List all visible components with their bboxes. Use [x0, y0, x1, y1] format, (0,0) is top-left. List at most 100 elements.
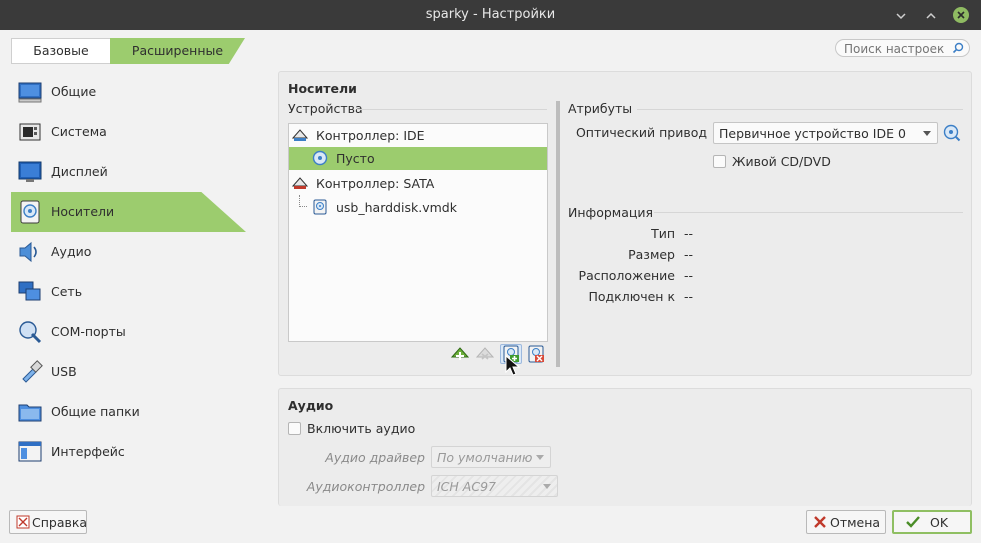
attributes-label: Атрибуты — [568, 101, 633, 116]
search-input[interactable] — [844, 41, 952, 56]
pane-splitter[interactable] — [556, 101, 560, 367]
cancel-icon — [814, 516, 826, 528]
ok-check-icon — [906, 516, 920, 528]
tree-row-disk[interactable]: usb_harddisk.vmdk — [289, 196, 547, 219]
info-key-attached-to: Подключен к — [588, 289, 675, 304]
sidebar-item-display[interactable]: Дисплей — [11, 152, 246, 192]
sidebar-item-label: Система — [51, 124, 107, 139]
audio-driver-select[interactable]: По умолчанию — [431, 446, 551, 468]
sidebar-item-label: Общие папки — [51, 404, 140, 419]
sata-controller-icon — [292, 177, 308, 189]
tree-row-label: Пусто — [336, 151, 375, 166]
tree-row-label: Контроллер: IDE — [316, 128, 425, 143]
sidebar-item-shared-folders[interactable]: Общие папки — [11, 392, 246, 432]
info-key-location: Расположение — [578, 268, 675, 283]
shared-folders-icon — [18, 404, 42, 422]
system-icon — [19, 123, 41, 141]
info-value-location: -- — [684, 268, 694, 283]
audio-panel: Аудио Включить аудио Аудио драйвер По ум… — [278, 388, 972, 506]
audio-driver-value: По умолчанию — [437, 450, 533, 465]
mode-tabs: Базовые Расширенные — [11, 38, 246, 64]
add-controller-button[interactable] — [449, 344, 471, 364]
optical-drive-select[interactable]: Первичное устройство IDE 0 — [713, 122, 938, 144]
cancel-button[interactable]: Отмена — [806, 510, 886, 534]
audio-driver-label: Аудио драйвер — [325, 450, 425, 465]
remove-controller-button[interactable] — [474, 344, 496, 364]
search-icon — [952, 42, 964, 54]
display-icon — [18, 161, 42, 182]
tab-basic[interactable]: Базовые — [11, 38, 111, 64]
tree-row-label: Контроллер: SATA — [316, 176, 435, 191]
chevron-down-icon — [536, 455, 544, 460]
general-icon — [18, 82, 42, 103]
tree-row-ide-controller[interactable]: Контроллер: IDE — [289, 124, 547, 147]
window-title: sparky - Настройки — [425, 7, 556, 22]
sidebar-item-label: Аудио — [51, 244, 92, 259]
remove-attachment-button[interactable] — [525, 344, 547, 364]
sidebar-item-label: Носители — [51, 204, 115, 219]
sidebar-item-label: Общие — [51, 84, 97, 99]
storage-tree[interactable]: Контроллер: IDE Пусто Контроллер: SATA u… — [288, 123, 548, 342]
audio-controller-label: Аудиоконтроллер — [306, 479, 425, 494]
window-titlebar: sparky - Настройки — [0, 0, 981, 30]
settings-search[interactable] — [835, 39, 970, 57]
user-interface-icon — [18, 441, 42, 462]
chevron-down-icon — [543, 484, 551, 489]
info-divider — [654, 212, 963, 213]
info-key-type: Тип — [651, 226, 675, 241]
info-value-attached-to: -- — [684, 289, 694, 304]
audio-title: Аудио — [288, 398, 334, 413]
live-cd-checkbox[interactable] — [713, 155, 726, 168]
sidebar-item-storage[interactable]: Носители — [11, 192, 246, 232]
add-controller-icon — [450, 347, 470, 360]
sidebar-item-label: COM-порты — [51, 324, 126, 339]
ok-button[interactable]: OK — [892, 510, 972, 534]
sidebar-item-network[interactable]: Сеть — [11, 272, 246, 312]
choose-disk-icon[interactable] — [943, 124, 961, 142]
ok-label: OK — [930, 515, 949, 530]
enable-audio-checkbox[interactable] — [288, 422, 301, 435]
sidebar-item-serial-ports[interactable]: COM-порты — [11, 312, 246, 352]
remove-attachment-icon — [528, 345, 544, 363]
storage-icon — [20, 200, 40, 224]
optical-disc-icon — [312, 150, 328, 166]
attributes-divider — [637, 109, 963, 110]
remove-controller-icon — [475, 347, 495, 360]
help-icon — [16, 515, 30, 529]
sidebar-item-label: USB — [51, 364, 77, 379]
cancel-label: Отмена — [830, 515, 881, 530]
optical-drive-label: Оптический привод — [575, 125, 707, 140]
serial-ports-icon — [19, 321, 42, 344]
optical-drive-value: Первичное устройство IDE 0 — [719, 126, 906, 141]
help-button[interactable]: Справка — [9, 510, 87, 534]
help-label: Справка — [32, 515, 88, 530]
hard-disk-icon — [313, 199, 327, 215]
storage-title: Носители — [288, 81, 357, 96]
enable-audio-label: Включить аудио — [307, 421, 416, 436]
maximize-icon[interactable] — [924, 9, 938, 23]
sidebar-item-system[interactable]: Система — [11, 112, 246, 152]
devices-divider — [357, 109, 547, 110]
sidebar-item-usb[interactable]: USB — [11, 352, 246, 392]
tab-advanced[interactable]: Расширенные — [110, 38, 245, 64]
close-icon[interactable] — [953, 7, 969, 23]
info-value-type: -- — [684, 226, 694, 241]
minimize-icon[interactable] — [894, 9, 908, 23]
sidebar-item-user-interface[interactable]: Интерфейс — [11, 432, 246, 472]
tree-row-sata-controller[interactable]: Контроллер: SATA — [289, 172, 547, 195]
chevron-down-icon — [923, 131, 931, 136]
sidebar-item-label: Сеть — [51, 284, 83, 299]
ide-controller-icon — [292, 129, 308, 141]
usb-icon — [22, 360, 43, 383]
devices-label: Устройства — [288, 101, 363, 116]
audio-controller-select[interactable]: ICH AC97 — [431, 475, 558, 497]
mouse-cursor-icon — [505, 355, 521, 376]
audio-icon — [19, 241, 37, 263]
storage-panel: Носители Устройства Контроллер: IDE Пуст… — [278, 71, 972, 376]
tree-row-label: usb_harddisk.vmdk — [336, 200, 457, 215]
tree-row-empty-optical[interactable]: Пусто — [289, 147, 547, 170]
sidebar-item-general[interactable]: Общие — [11, 72, 246, 112]
storage-tree-toolbar — [449, 344, 549, 364]
sidebar-item-audio[interactable]: Аудио — [11, 232, 246, 272]
sidebar-item-label: Интерфейс — [51, 444, 125, 459]
